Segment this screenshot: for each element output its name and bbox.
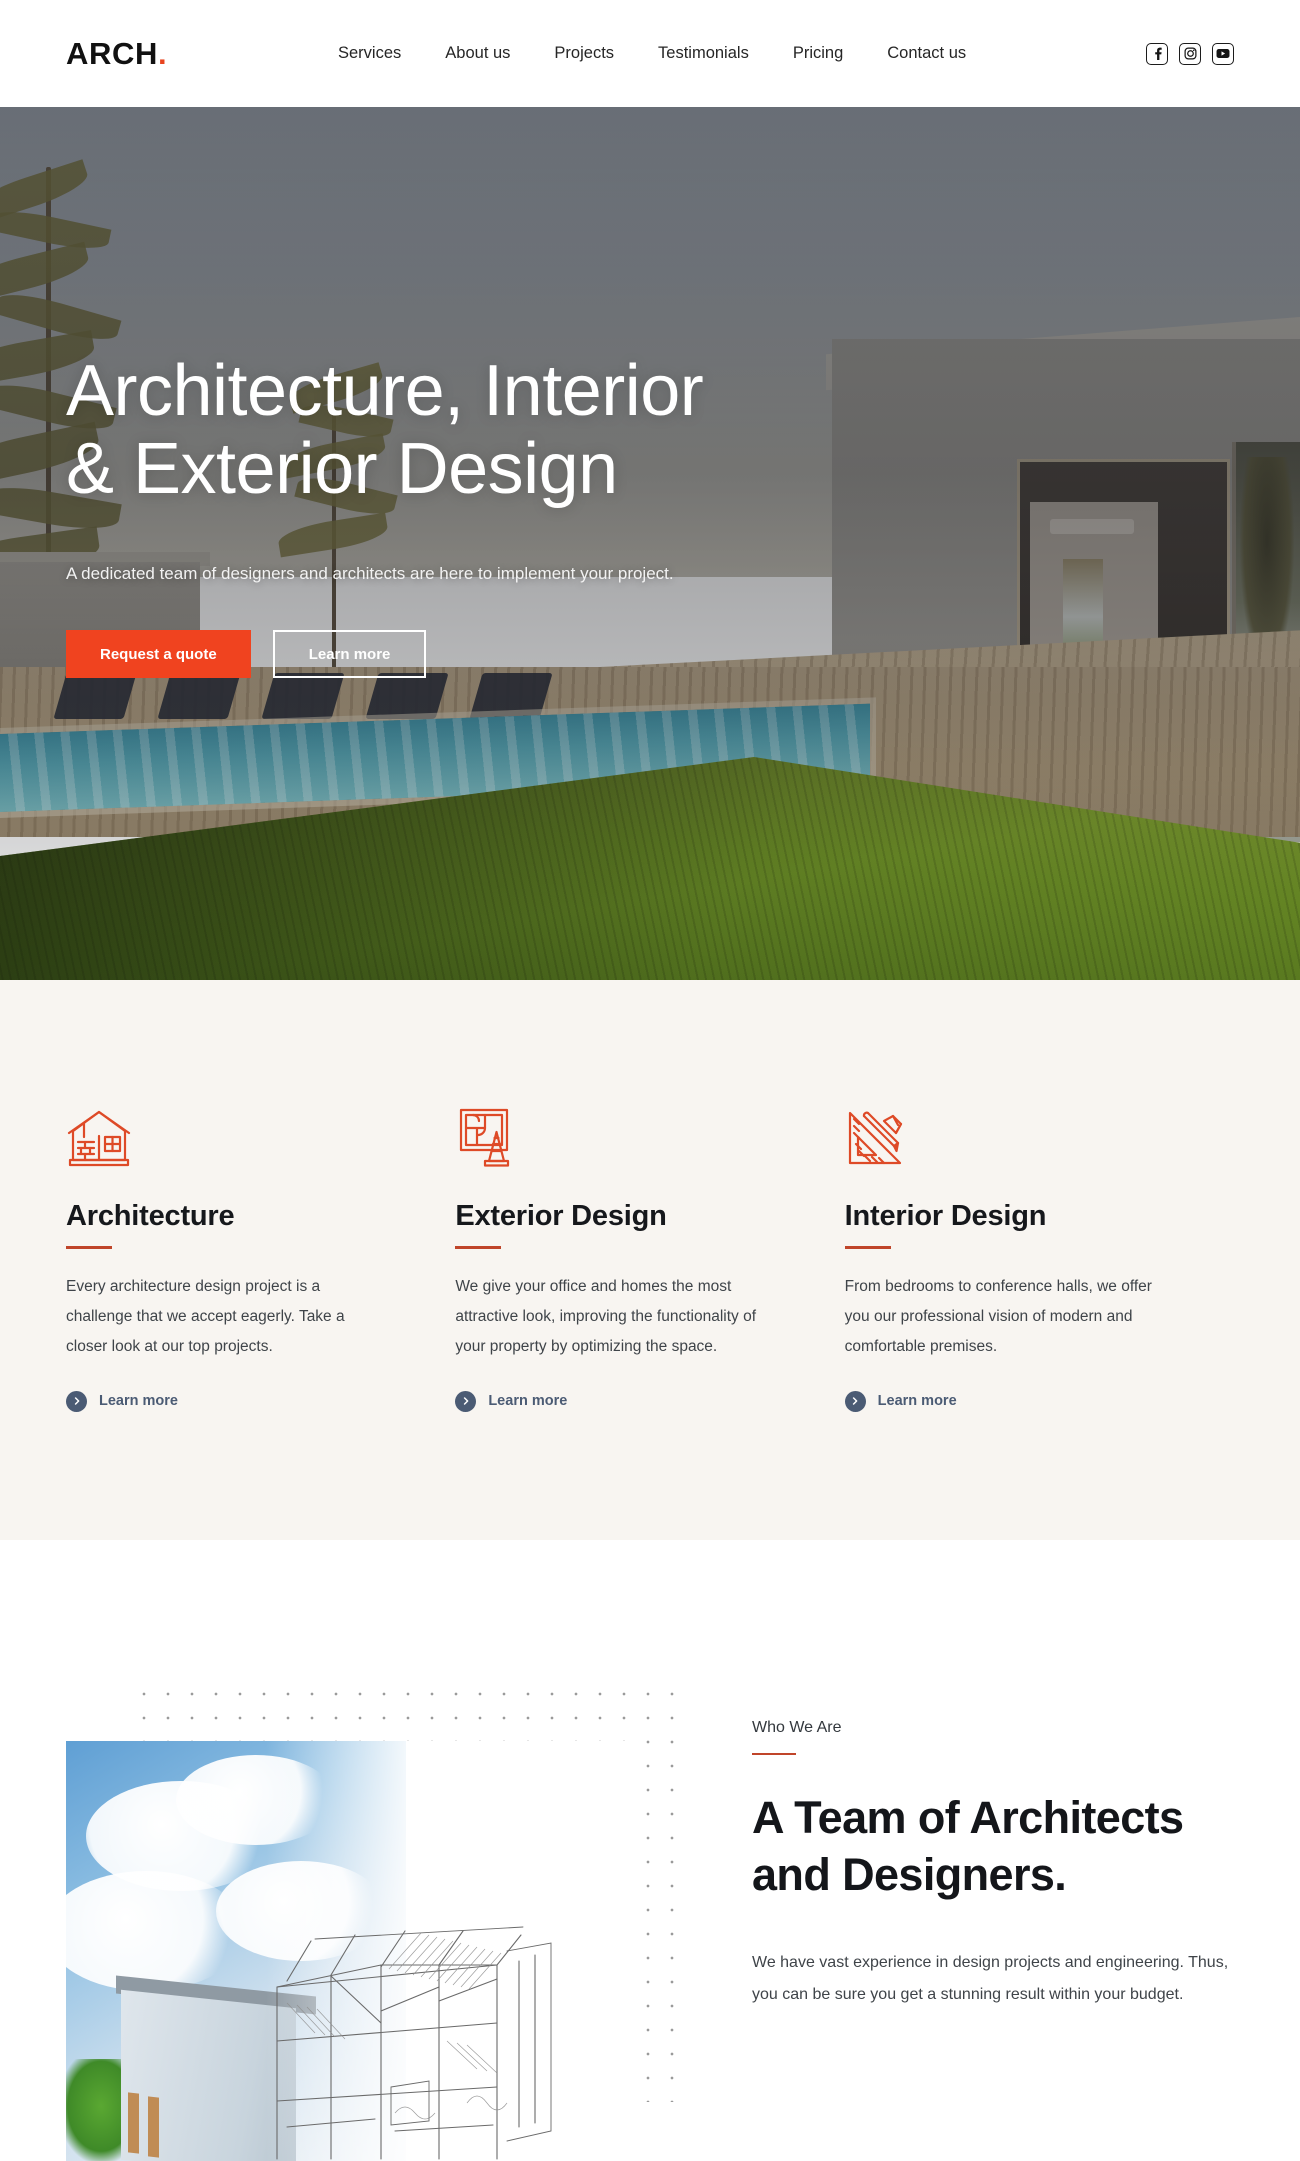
nav-item-pricing[interactable]: Pricing	[793, 45, 843, 62]
request-a-quote-button[interactable]: Request a quote	[66, 630, 251, 679]
service-description: From bedrooms to conference halls, we of…	[844, 1277, 1152, 1356]
service-learn-more-label: Learn more	[488, 1392, 568, 1409]
service-learn-more-label: Learn more	[877, 1392, 957, 1409]
hero-subtitle: A dedicated team of designers and archit…	[66, 563, 674, 583]
logo-text: ARCH	[66, 36, 158, 71]
services-section: Architecture Every architecture design p…	[0, 980, 1300, 1540]
about-eyebrow: Who We Are	[752, 1718, 842, 1736]
nav-item-projects[interactable]: Projects	[554, 45, 614, 62]
service-title: Exterior Design	[455, 1200, 667, 1232]
service-title-rule	[844, 1246, 891, 1249]
nav-item-about-us[interactable]: About us	[445, 45, 510, 62]
service-description: We give your office and homes the most a…	[455, 1277, 757, 1356]
about-title-line-2: and Designers.	[752, 1848, 1067, 1900]
about-body: We have vast experience in design projec…	[752, 1954, 1229, 2003]
hero-title-line-2: & Exterior Design	[66, 429, 618, 510]
service-title-rule	[455, 1246, 502, 1249]
service-card-architecture: Architecture Every architecture design p…	[66, 1102, 455, 1412]
service-learn-more-link[interactable]: Learn more	[844, 1390, 1154, 1412]
service-description: Every architecture design project is a c…	[66, 1277, 345, 1356]
nav-item-testimonials[interactable]: Testimonials	[658, 45, 749, 62]
service-title: Interior Design	[844, 1200, 1047, 1232]
facebook-icon[interactable]	[1146, 42, 1168, 65]
service-title-rule	[66, 1246, 112, 1249]
about-eyebrow-rule	[752, 1752, 796, 1755]
about-image-sketch	[271, 1891, 626, 2161]
about-visual	[66, 1681, 692, 2161]
ruler-pencil-icon	[845, 1102, 1154, 1168]
chevron-right-icon	[455, 1390, 477, 1412]
service-learn-more-link[interactable]: Learn more	[66, 1390, 375, 1412]
about-section: Who We Are A Team of Architects and Desi…	[0, 1539, 1300, 2161]
site-header: ARCH. Services About us Projects Testimo…	[0, 0, 1300, 107]
learn-more-button[interactable]: Learn more	[272, 630, 427, 679]
about-title-line-1: A Team of Architects	[752, 1792, 1184, 1843]
house-brick-icon	[66, 1102, 375, 1168]
youtube-icon[interactable]	[1212, 42, 1234, 65]
service-title: Architecture	[66, 1200, 235, 1232]
services-grid: Architecture Every architecture design p…	[66, 1102, 1234, 1412]
hero-section: Architecture, Interior & Exterior Design…	[0, 107, 1300, 980]
service-card-exterior-design: Exterior Design We give your office and …	[455, 1102, 844, 1412]
service-learn-more-label: Learn more	[99, 1392, 178, 1409]
nav-item-services[interactable]: Services	[338, 45, 401, 62]
hero-title-line-1: Architecture, Interior	[66, 351, 704, 431]
about-text: Who We Are A Team of Architects and Desi…	[686, 1682, 1234, 2010]
blueprint-cone-icon	[455, 1102, 764, 1168]
service-card-interior-design: Interior Design From bedrooms to confere…	[844, 1102, 1234, 1412]
nav-item-contact-us[interactable]: Contact us	[887, 45, 966, 62]
hero-actions: Request a quote Learn more	[66, 630, 1000, 679]
site-logo[interactable]: ARCH.	[66, 38, 316, 69]
logo-dot: .	[157, 36, 168, 71]
chevron-right-icon	[844, 1390, 866, 1412]
instagram-icon[interactable]	[1179, 42, 1201, 65]
main-navigation: Services About us Projects Testimonials …	[338, 45, 1146, 62]
service-learn-more-link[interactable]: Learn more	[455, 1390, 764, 1412]
hero-content: Architecture, Interior & Exterior Design…	[0, 107, 1000, 679]
social-links	[1146, 42, 1234, 65]
hero-title: Architecture, Interior & Exterior Design	[66, 352, 1000, 509]
about-title: A Team of Architects and Designers.	[752, 1790, 1234, 1903]
chevron-right-icon	[66, 1390, 87, 1412]
about-image	[66, 1740, 626, 2161]
